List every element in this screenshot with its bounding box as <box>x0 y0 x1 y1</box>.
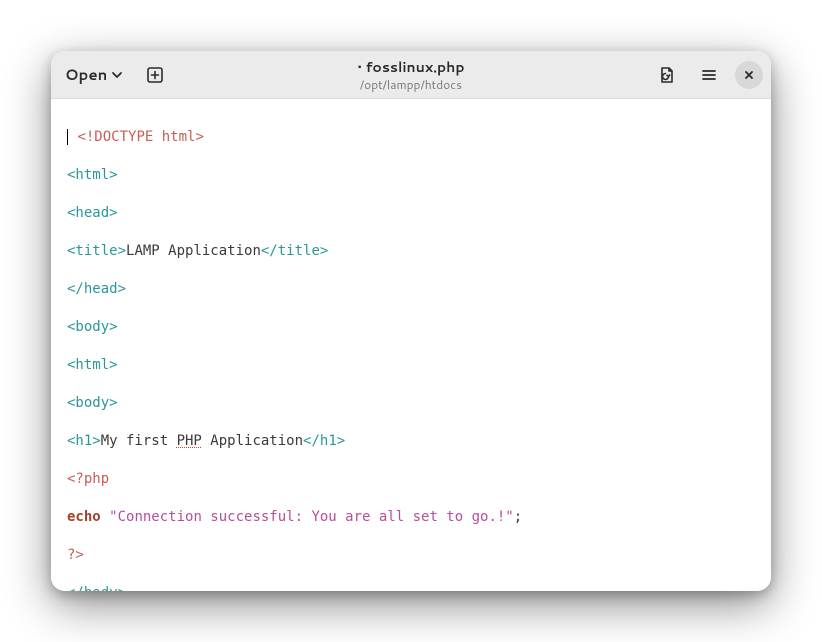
code-editor[interactable]: <!DOCTYPE html> <html> <head> <title>LAM… <box>51 99 771 591</box>
editor-window: Open • fosslinux.php /opt/lampp/htdocs <box>51 51 771 591</box>
document-icon <box>658 66 676 84</box>
code-line: <body> <box>67 318 755 337</box>
code-line: </head> <box>67 280 755 299</box>
code-line: <html> <box>67 356 755 375</box>
code-line: <head> <box>67 204 755 223</box>
file-name: fosslinux.php <box>366 57 465 77</box>
close-icon <box>743 69 755 81</box>
new-tab-button[interactable] <box>139 59 171 91</box>
hamburger-icon <box>700 66 718 84</box>
menu-button[interactable] <box>693 59 725 91</box>
plus-tab-icon <box>146 66 164 84</box>
code-line: <title>LAMP Application</title> <box>67 242 755 261</box>
code-line: <h1>My first PHP Application</h1> <box>67 432 755 451</box>
close-button[interactable] <box>735 61 763 89</box>
titlebar: Open • fosslinux.php /opt/lampp/htdocs <box>51 51 771 99</box>
code-line: <?php <box>67 470 755 489</box>
chevron-down-icon <box>111 69 123 81</box>
code-line: ?> <box>67 546 755 565</box>
modified-indicator: • <box>358 57 366 77</box>
code-line: <html> <box>67 166 755 185</box>
code-line: <body> <box>67 394 755 413</box>
open-button[interactable]: Open <box>59 60 129 89</box>
code-line: echo "Connection successful: You are all… <box>67 508 755 527</box>
text-cursor <box>67 129 68 145</box>
save-button[interactable] <box>651 59 683 91</box>
code-line: <!DOCTYPE html> <box>67 128 755 147</box>
code-line: </body> <box>67 584 755 591</box>
open-button-label: Open <box>65 64 107 85</box>
